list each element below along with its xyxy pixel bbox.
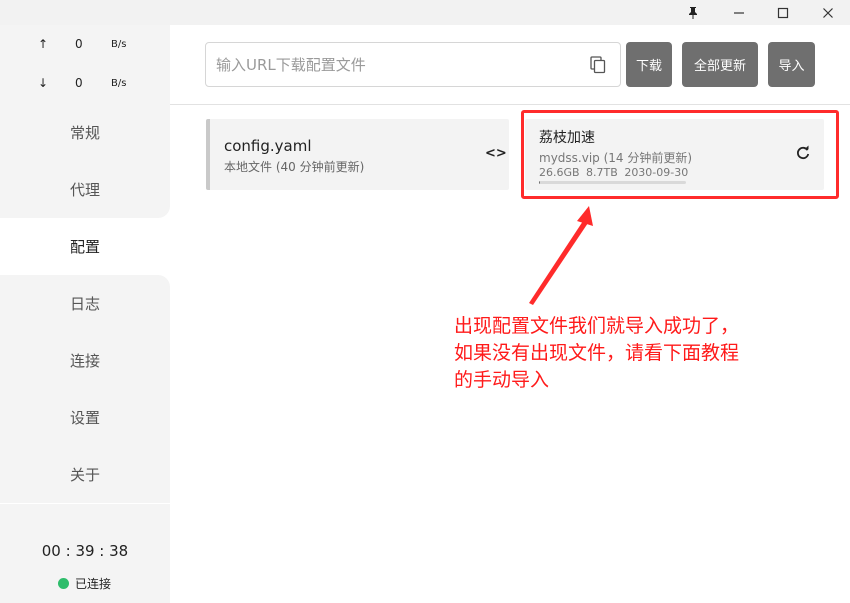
sidebar-item-settings[interactable]: 设置 [0, 389, 170, 446]
url-input[interactable] [216, 43, 576, 86]
url-input-box [205, 42, 621, 87]
code-icon[interactable]: <> [485, 146, 507, 161]
sidebar-nav: 常规 代理 配置 日志 连接 设置 关于 [0, 104, 170, 503]
status-panel: 00 : 39 : 38 已连接 [0, 504, 170, 603]
download-value: 0 [75, 76, 83, 90]
sidebar: ↑ 0 B/s ↓ 0 B/s 常规 代理 配置 日志 连接 设置 关于 00 … [0, 25, 170, 603]
download-unit: B/s [111, 78, 127, 89]
sidebar-item-label: 配置 [69, 238, 100, 256]
close-icon[interactable] [806, 0, 850, 25]
download-arrow-icon: ↓ [38, 76, 49, 90]
profile-toolbar: 下载 全部更新 导入 [170, 25, 850, 105]
annotation-line: 如果没有出现文件，请看下面教程 [454, 342, 740, 364]
upload-value: 0 [75, 37, 83, 51]
profile-detail: 本地文件 (40 分钟前更新) [224, 160, 365, 174]
sidebar-item-label: 设置 [69, 409, 100, 427]
update-all-button[interactable]: 全部更新 [682, 42, 758, 87]
sidebar-item-label: 日志 [69, 295, 100, 313]
sidebar-item-proxies[interactable]: 代理 [0, 161, 170, 218]
annotation-line: 的手动导入 [454, 369, 550, 391]
sidebar-item-label: 连接 [69, 352, 100, 370]
sidebar-item-profiles[interactable]: 配置 [0, 218, 170, 275]
highlight-box [521, 110, 839, 199]
upload-unit: B/s [111, 39, 127, 50]
annotation-text: 出现配置文件我们就导入成功了， 如果没有出现文件，请看下面教程 的手动导入 [454, 313, 794, 394]
sidebar-item-connections[interactable]: 连接 [0, 332, 170, 389]
sidebar-item-label: 常规 [69, 124, 100, 142]
annotation-line: 出现配置文件我们就导入成功了， [454, 315, 740, 337]
connection-status: 已连接 [58, 575, 111, 592]
upload-arrow-icon: ↑ [38, 37, 49, 51]
sidebar-item-about[interactable]: 关于 [0, 446, 170, 503]
uptime-clock: 00 : 39 : 38 [41, 542, 129, 560]
upload-speed: ↑ 0 B/s [0, 37, 170, 57]
sidebar-item-label: 代理 [69, 181, 100, 199]
download-speed: ↓ 0 B/s [0, 76, 170, 96]
profile-card-local[interactable]: config.yaml 本地文件 (40 分钟前更新) <> [206, 119, 509, 190]
sidebar-item-logs[interactable]: 日志 [0, 275, 170, 332]
paste-icon[interactable] [590, 56, 606, 74]
sidebar-item-label: 关于 [69, 466, 100, 484]
traffic-panel: ↑ 0 B/s ↓ 0 B/s [0, 25, 170, 104]
pin-icon[interactable] [671, 0, 715, 25]
maximize-icon[interactable] [761, 0, 805, 25]
sidebar-item-general[interactable]: 常规 [0, 104, 170, 161]
import-button[interactable]: 导入 [768, 42, 815, 87]
profile-name: config.yaml [224, 137, 312, 155]
status-dot-icon [58, 578, 69, 589]
connection-label: 已连接 [75, 577, 112, 591]
title-bar [0, 0, 850, 25]
download-button[interactable]: 下载 [626, 42, 672, 87]
minimize-icon[interactable] [717, 0, 761, 25]
